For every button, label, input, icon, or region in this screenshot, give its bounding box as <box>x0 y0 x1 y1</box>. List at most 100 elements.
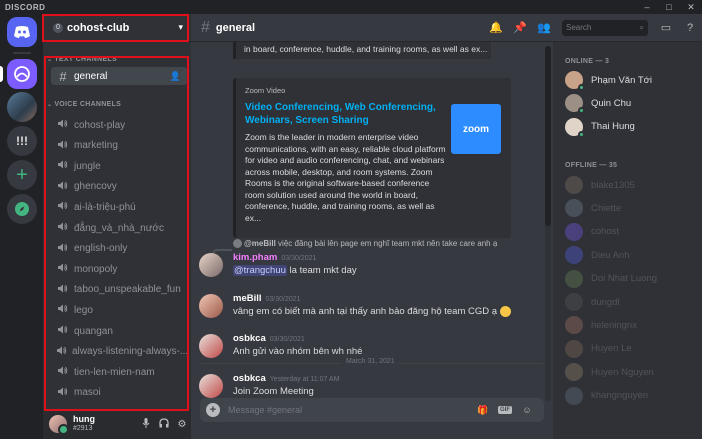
date-divider-label: March 31, 2021 <box>341 358 400 365</box>
member-name: dungdl <box>591 296 620 308</box>
avatar <box>565 71 585 91</box>
chevron-down-icon: ▾ <box>178 22 183 32</box>
member-name: heleningnx <box>591 319 637 331</box>
member-name: Doi Nhat Luong <box>591 273 658 285</box>
message-author[interactable]: meBill <box>233 293 262 304</box>
voice-channel-item[interactable]: always-listening-always-... <box>51 343 187 361</box>
member-name: Dieu Anh <box>591 249 630 261</box>
member-item[interactable]: khangnguyen <box>565 385 700 407</box>
voice-channel-item[interactable]: masoi <box>51 384 187 402</box>
invite-icon[interactable]: 👤 <box>170 71 181 82</box>
voice-channel-item[interactable]: taboo_unspeakable_fun <box>51 281 187 299</box>
close-button[interactable]: ✕ <box>680 0 702 14</box>
notification-bell-icon[interactable]: 🔔 <box>484 21 508 34</box>
voice-channel-item[interactable]: cohost-play <box>51 116 187 134</box>
member-item[interactable]: blake1305 <box>565 174 700 196</box>
search-input[interactable]: Search ⌕ <box>562 19 648 36</box>
member-item[interactable]: heleningnx <box>565 314 700 336</box>
search-icon: ⌕ <box>639 22 644 32</box>
gif-button[interactable]: GIF <box>498 406 512 414</box>
avatar[interactable] <box>199 374 223 398</box>
category-voice-channels[interactable]: ⌄ VOICE CHANNELS <box>47 101 121 108</box>
category-text-channels[interactable]: ⌄ TEXT CHANNELS <box>47 56 117 63</box>
embed-provider: Zoom Video <box>245 86 286 95</box>
maximize-button[interactable]: □ <box>658 0 680 14</box>
help-icon[interactable]: ? <box>678 22 702 34</box>
voice-channel-item[interactable]: marketing <box>51 137 187 155</box>
inbox-icon[interactable]: ▭ <box>654 21 678 34</box>
avatar[interactable] <box>199 253 223 277</box>
grinning-emoji-icon <box>499 306 511 317</box>
voice-channel-item[interactable]: lego <box>51 301 187 319</box>
scrollbar-thumb[interactable] <box>545 46 551 226</box>
message-timestamp: 03/30/2021 <box>269 336 305 343</box>
member-item[interactable]: Huyen Nguyen <box>565 361 700 383</box>
server-photo[interactable] <box>7 92 37 122</box>
zoom-logo-thumbnail[interactable]: zoom <box>451 104 501 154</box>
pin-icon[interactable]: 📌 <box>508 21 532 34</box>
message-composer: + 🎁 GIF ☺ <box>200 398 544 422</box>
server-bang[interactable]: !!! <box>7 126 37 156</box>
channel-name: general <box>74 70 108 82</box>
channel-name: taboo_unspeakable_fun <box>74 284 181 296</box>
message-author[interactable]: osbkca <box>233 373 266 384</box>
home-button[interactable] <box>7 17 37 47</box>
voice-channel-item[interactable]: quangan <box>51 322 187 340</box>
voice-channel-item[interactable]: tien-len-mien-nam <box>51 363 187 381</box>
user-mention[interactable]: @trangchuu <box>233 265 287 276</box>
explore-servers-button[interactable] <box>7 194 37 224</box>
member-name: Quin Chu <box>591 97 632 109</box>
avatar <box>565 316 583 335</box>
settings-gear-icon[interactable]: ⚙ <box>173 419 191 430</box>
member-item[interactable]: Chiette <box>565 197 700 219</box>
reply-author: @meBill <box>244 239 276 248</box>
message-text: la team mkt day <box>286 265 357 276</box>
headphones-icon[interactable] <box>155 417 173 431</box>
voice-channel-item[interactable]: jungle <box>51 157 187 175</box>
message: meBill 03/30/2021 vâng em có biết mà anh … <box>199 292 549 318</box>
member-list-icon[interactable]: 👥 <box>532 21 556 34</box>
member-item[interactable]: Dieu Anh <box>565 244 700 266</box>
online-status-dot <box>578 107 585 115</box>
voice-channel-item[interactable]: ai-là-triệu-phú <box>51 198 187 216</box>
message-input[interactable] <box>220 405 472 415</box>
scrollbar[interactable] <box>545 46 551 401</box>
reply-preview[interactable]: @meBill việc đăng bài lên page em nghĩ t… <box>233 239 497 249</box>
embed-title-link[interactable]: Video Conferencing, Web Conferencing, We… <box>245 101 445 127</box>
server-header[interactable]: 0 cohost-club ▾ <box>43 14 191 42</box>
voice-channel-item[interactable]: đẳng_và_nhà_nước <box>51 219 187 237</box>
date-divider: March 31, 2021 <box>201 358 543 365</box>
cohost-logo-icon <box>14 66 30 82</box>
add-server-button[interactable]: + <box>7 160 37 190</box>
emoji-picker-icon[interactable]: ☺ <box>516 405 538 415</box>
message-author[interactable]: kim.pham <box>233 252 277 263</box>
voice-channel-item[interactable]: english-only <box>51 240 187 258</box>
member-item[interactable]: Huyen Le <box>565 338 700 360</box>
minimize-button[interactable]: – <box>636 0 658 14</box>
search-placeholder: Search <box>566 23 592 32</box>
message: osbkca 03/30/2021 Anh gửi vào nhóm bên wh… <box>199 332 549 358</box>
user-tag: #2913 <box>73 425 93 432</box>
member-item[interactable]: cohost <box>565 221 700 243</box>
gift-icon[interactable]: 🎁 <box>472 405 494 416</box>
voice-channel-item[interactable]: monopoly <box>51 260 187 278</box>
avatar[interactable] <box>199 294 223 318</box>
speaker-icon <box>57 304 69 316</box>
category-label: TEXT CHANNELS <box>54 56 117 63</box>
message-author[interactable]: osbkca <box>233 333 266 344</box>
channel-general[interactable]: # general 👤 <box>51 67 187 85</box>
member-item[interactable]: Thai Hung <box>565 116 700 138</box>
member-item[interactable]: dungdl <box>565 291 700 313</box>
selected-server-indicator <box>0 66 3 82</box>
avatar <box>565 199 583 218</box>
member-item[interactable]: Phạm Văn Tới <box>565 69 700 91</box>
member-item[interactable]: Quin Chu <box>565 92 700 115</box>
voice-channel-item[interactable]: ghencovy <box>51 178 187 196</box>
avatar[interactable] <box>49 415 69 435</box>
speaker-icon <box>57 119 69 131</box>
attach-plus-icon[interactable]: + <box>206 403 220 417</box>
server-cohost-club[interactable] <box>7 59 37 89</box>
member-item[interactable]: Doi Nhat Luong <box>565 268 700 290</box>
microphone-icon[interactable] <box>137 417 155 431</box>
avatar[interactable] <box>199 334 223 358</box>
